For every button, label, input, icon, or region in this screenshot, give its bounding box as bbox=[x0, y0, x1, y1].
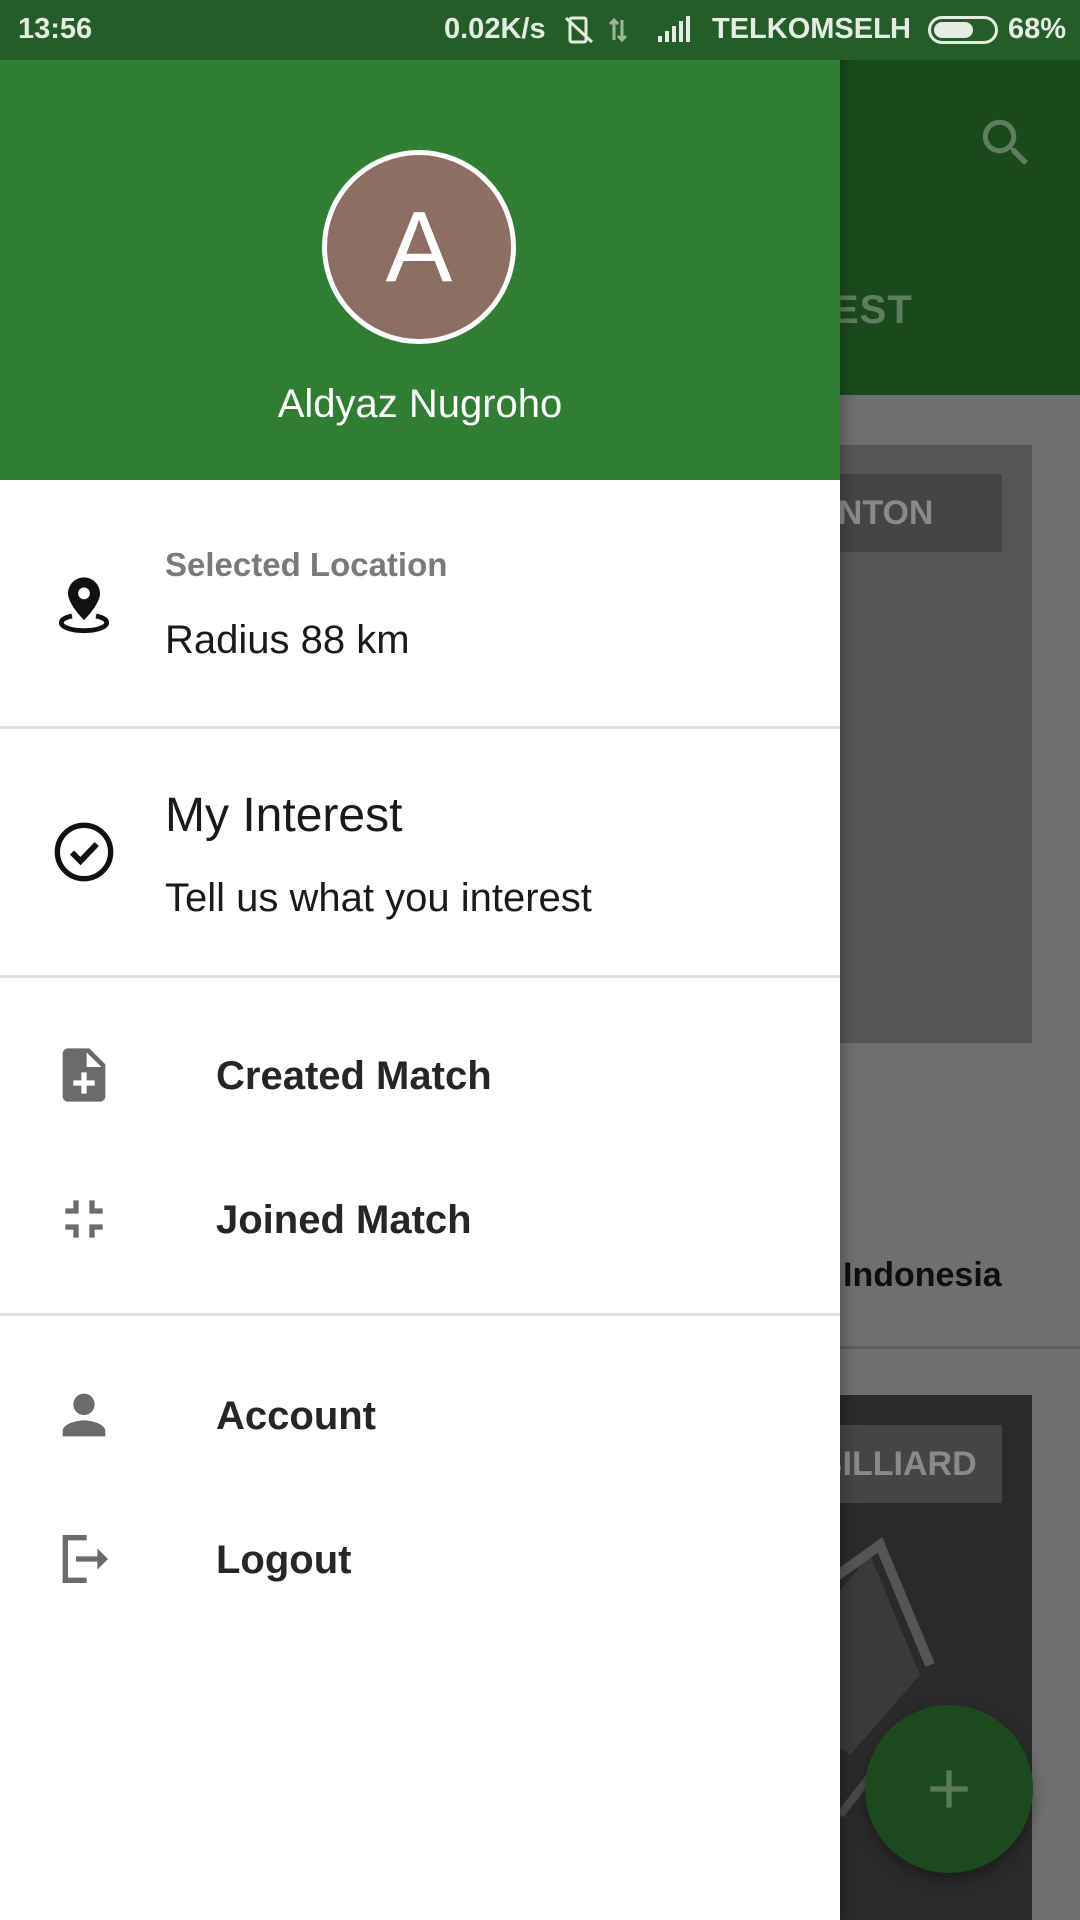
status-network: H bbox=[890, 13, 911, 45]
menu-item-label: Account bbox=[216, 1394, 376, 1438]
search-icon[interactable] bbox=[975, 112, 1037, 174]
location-pin-icon bbox=[52, 572, 116, 636]
menu-item-label: Created Match bbox=[216, 1054, 492, 1098]
menu-item-label: Joined Match bbox=[216, 1198, 472, 1242]
menu-item-account[interactable]: Account bbox=[0, 1350, 840, 1480]
signal-icon bbox=[658, 16, 690, 42]
divider bbox=[0, 726, 840, 729]
divider bbox=[0, 975, 840, 978]
menu-item-created-match[interactable]: Created Match bbox=[0, 1010, 840, 1140]
my-interest-subtitle: Tell us what you interest bbox=[165, 876, 592, 920]
person-icon bbox=[52, 1383, 116, 1447]
check-circle-icon bbox=[52, 820, 116, 884]
navigation-drawer: A Aldyaz Nugroho Selected Location Radiu… bbox=[0, 0, 840, 1920]
status-battery-percent: 68% bbox=[1008, 13, 1067, 45]
user-name: Aldyaz Nugroho bbox=[277, 382, 563, 426]
fullscreen-exit-icon bbox=[52, 1187, 116, 1251]
selected-location-value: Radius 88 km bbox=[165, 618, 410, 662]
avatar[interactable]: A bbox=[322, 150, 516, 344]
status-icons bbox=[564, 14, 704, 54]
status-bar: 13:56 0.02K/s TELKOMSEL H 68% bbox=[0, 0, 1080, 60]
card-divider bbox=[810, 1346, 1080, 1349]
logout-icon bbox=[52, 1527, 116, 1591]
status-time: 13:56 bbox=[18, 13, 93, 45]
match-location: Indonesia bbox=[843, 1256, 1002, 1294]
menu-item-joined-match[interactable]: Joined Match bbox=[0, 1154, 840, 1284]
my-interest-title: My Interest bbox=[165, 789, 403, 842]
battery-icon bbox=[928, 16, 998, 44]
data-arrows-icon bbox=[608, 17, 628, 43]
status-carrier: TELKOMSEL bbox=[712, 13, 891, 45]
vibrate-off-icon bbox=[564, 16, 594, 44]
status-speed: 0.02K/s bbox=[444, 13, 546, 45]
drawer-header: A Aldyaz Nugroho bbox=[0, 0, 840, 480]
menu-item-logout[interactable]: Logout bbox=[0, 1494, 840, 1624]
plus-icon bbox=[930, 1770, 968, 1808]
note-add-icon bbox=[52, 1043, 116, 1107]
menu-item-label: Logout bbox=[216, 1538, 352, 1582]
tab-interest[interactable]: EST bbox=[832, 288, 913, 333]
selected-location-label: Selected Location bbox=[165, 546, 448, 583]
add-match-button[interactable] bbox=[865, 1705, 1033, 1873]
divider bbox=[0, 1313, 840, 1316]
category-chip-label: BILLIARD bbox=[818, 1445, 977, 1483]
battery-fill bbox=[934, 22, 973, 38]
